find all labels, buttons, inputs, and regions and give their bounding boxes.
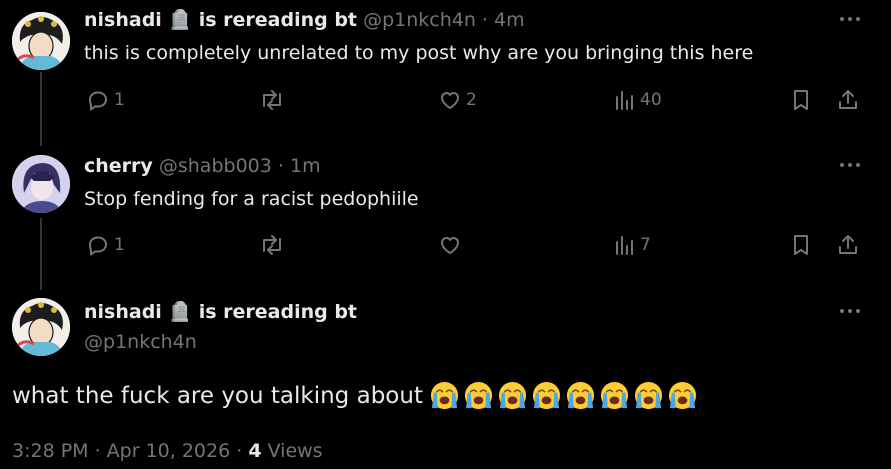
like-count: 2 <box>466 90 477 110</box>
loudly-crying-face-icon <box>430 381 459 410</box>
separator: · <box>277 155 284 177</box>
reply-count: 1 <box>114 235 125 255</box>
main-post-name: nishadi 🪦 is rereading bt <box>84 300 357 324</box>
more-icon[interactable] <box>837 9 863 29</box>
views-button[interactable]: 40 <box>614 88 662 112</box>
loudly-crying-face-icon <box>600 381 629 410</box>
more-icon[interactable] <box>837 155 863 175</box>
reply-count: 1 <box>114 90 125 110</box>
loudly-crying-face-icon <box>668 381 697 410</box>
loudly-crying-face-icon <box>566 381 595 410</box>
repost-button[interactable] <box>258 233 286 257</box>
like-button[interactable]: 2 <box>438 88 477 112</box>
views-icon <box>614 88 636 112</box>
thread-line <box>40 72 42 146</box>
share-button[interactable] <box>836 233 860 257</box>
separator: · <box>481 9 488 31</box>
avatar[interactable] <box>12 12 70 70</box>
reply-icon <box>86 233 110 257</box>
avatar[interactable] <box>12 298 70 356</box>
share-icon <box>836 88 860 112</box>
main-post-text-row: what the fuck are you talking about <box>12 380 698 411</box>
display-name[interactable]: cherry <box>84 155 153 177</box>
post-header: cherry @shabb003 · 1m <box>84 154 321 178</box>
post-timestamp[interactable]: 3:28 PM · Apr 10, 2026 · <box>12 440 248 462</box>
repost-icon <box>258 88 286 112</box>
like-icon <box>438 88 462 112</box>
display-name[interactable]: nishadi 🪦 is rereading bt <box>84 301 357 323</box>
handle[interactable]: @p1nkch4n <box>84 331 197 353</box>
post-meta: 3:28 PM · Apr 10, 2026 · 4 Views <box>12 440 323 462</box>
views-count: 40 <box>640 90 662 110</box>
bookmark-button[interactable] <box>790 233 812 257</box>
repost-icon <box>258 233 286 257</box>
thread-line <box>40 218 42 290</box>
like-button[interactable] <box>438 233 462 257</box>
handle[interactable]: @p1nkch4n <box>363 9 476 31</box>
views-count[interactable]: 4 <box>248 440 261 462</box>
loudly-crying-face-icon <box>532 381 561 410</box>
views-icon <box>614 233 636 257</box>
timestamp[interactable]: 1m <box>290 155 321 177</box>
main-post-text: what the fuck are you talking about <box>12 382 423 409</box>
display-name[interactable]: nishadi 🪦 is rereading bt <box>84 9 357 31</box>
share-icon <box>836 233 860 257</box>
reply-button[interactable]: 1 <box>86 88 125 112</box>
emoji-row <box>429 380 698 411</box>
avatar[interactable] <box>12 155 70 213</box>
handle[interactable]: @shabb003 <box>159 155 272 177</box>
loudly-crying-face-icon <box>634 381 663 410</box>
repost-button[interactable] <box>258 88 286 112</box>
main-post-handle: @p1nkch4n <box>84 330 197 354</box>
loudly-crying-face-icon <box>498 381 527 410</box>
views-count: 7 <box>640 235 651 255</box>
loudly-crying-face-icon <box>464 381 493 410</box>
bookmark-button[interactable] <box>790 88 812 112</box>
post-text: Stop fending for a racist pedophiile <box>84 188 419 210</box>
timestamp[interactable]: 4m <box>494 9 525 31</box>
post-text: this is completely unrelated to my post … <box>84 42 754 64</box>
views-label[interactable]: Views <box>262 440 323 462</box>
like-icon <box>438 233 462 257</box>
post-header: nishadi 🪦 is rereading bt @p1nkch4n · 4m <box>84 8 525 32</box>
reply-icon <box>86 88 110 112</box>
more-icon[interactable] <box>837 301 863 321</box>
reply-button[interactable]: 1 <box>86 233 125 257</box>
bookmark-icon <box>790 233 812 257</box>
share-button[interactable] <box>836 88 860 112</box>
bookmark-icon <box>790 88 812 112</box>
views-button[interactable]: 7 <box>614 233 651 257</box>
